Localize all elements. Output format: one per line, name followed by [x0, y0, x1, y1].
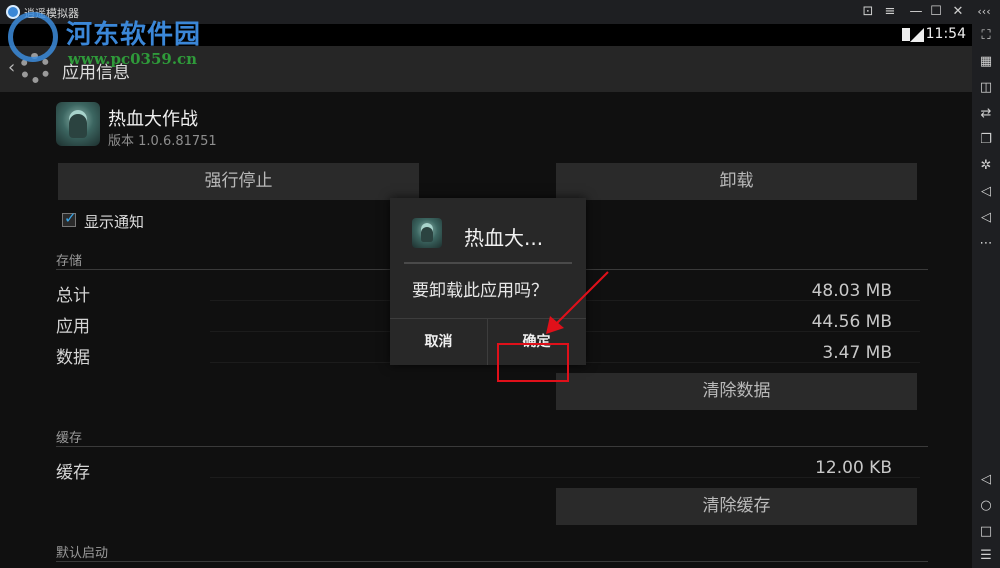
- clear-data-button[interactable]: 清除数据: [556, 373, 917, 410]
- show-notifications-checkbox[interactable]: [62, 209, 77, 227]
- fullscreen-icon[interactable]: ⛶: [978, 28, 994, 44]
- more-icon[interactable]: ⋯: [978, 236, 994, 252]
- watermark-title: 河东软件园: [66, 20, 202, 50]
- default-launch-header: 默认启动: [56, 546, 109, 561]
- storage-app-label: 应用: [56, 317, 90, 337]
- dialog-title: 热血大...: [464, 226, 544, 250]
- cache-header: 缓存: [56, 431, 83, 446]
- cache-divider: [56, 446, 928, 447]
- signal-icon: [910, 28, 924, 42]
- clear-cache-button[interactable]: 清除缓存: [556, 488, 917, 525]
- recent-nav-icon[interactable]: □: [978, 524, 994, 540]
- screenshot-icon[interactable]: ◫: [978, 80, 994, 96]
- maximize-button[interactable]: ☐: [926, 3, 946, 21]
- app-version: 版本 1.0.6.81751: [108, 134, 217, 149]
- default-launch-divider: [56, 561, 928, 562]
- storage-total-label: 总计: [56, 286, 90, 306]
- close-button[interactable]: ✕: [948, 3, 968, 21]
- home-nav-icon[interactable]: ○: [978, 498, 994, 514]
- confirm-highlight-box: [497, 343, 569, 382]
- storage-app-value: 44.56 MB: [811, 312, 892, 332]
- watermark: 河东软件园 www.pc0359.cn: [0, 6, 210, 72]
- watermark-url: www.pc0359.cn: [68, 50, 198, 68]
- transfer-icon[interactable]: ⇄: [978, 106, 994, 122]
- cache-rule: [210, 477, 920, 478]
- storage-data-label: 数据: [56, 348, 90, 368]
- back-nav-icon[interactable]: ◁: [978, 472, 994, 488]
- dialog-cancel-button[interactable]: 取消: [390, 319, 487, 365]
- storage-data-value: 3.47 MB: [822, 343, 892, 363]
- screenshot-window-icon[interactable]: ⊡: [858, 3, 878, 21]
- emulator-sidebar: ⛶ ▦ ◫ ⇄ ❐ ✲ ◁ ◁ ⋯ ◁ ○ □ ☰: [972, 24, 1000, 568]
- menu-window-icon[interactable]: ≡: [880, 3, 900, 21]
- battery-icon: [902, 28, 910, 41]
- storage-total-value: 48.03 MB: [811, 281, 892, 301]
- volume-up-icon[interactable]: ◁: [978, 184, 994, 200]
- annotation-arrow-icon: [546, 271, 609, 334]
- keyboard-icon[interactable]: ▦: [978, 54, 994, 70]
- cache-label: 缓存: [56, 463, 90, 483]
- dialog-title-divider: [404, 262, 572, 264]
- settings-icon[interactable]: ✲: [978, 158, 994, 174]
- collapse-sidebar-button[interactable]: ‹‹‹: [974, 3, 994, 21]
- uninstall-button[interactable]: 卸载: [556, 163, 917, 200]
- dialog-message: 要卸载此应用吗？: [412, 281, 548, 301]
- app-name: 热血大作战: [108, 109, 198, 130]
- storage-header: 存储: [56, 254, 83, 269]
- window-icon[interactable]: ❐: [978, 132, 994, 148]
- dialog-app-icon: [412, 218, 442, 248]
- cache-value: 12.00 KB: [815, 458, 892, 478]
- status-time: 11:54: [925, 26, 966, 42]
- minimize-button[interactable]: —: [906, 3, 926, 21]
- volume-down-icon[interactable]: ◁: [978, 210, 994, 226]
- force-stop-button[interactable]: 强行停止: [58, 163, 419, 200]
- app-icon: [56, 102, 100, 146]
- show-notifications-label: 显示通知: [84, 213, 145, 231]
- menu-icon[interactable]: ☰: [978, 548, 994, 564]
- watermark-logo-icon: [8, 12, 58, 62]
